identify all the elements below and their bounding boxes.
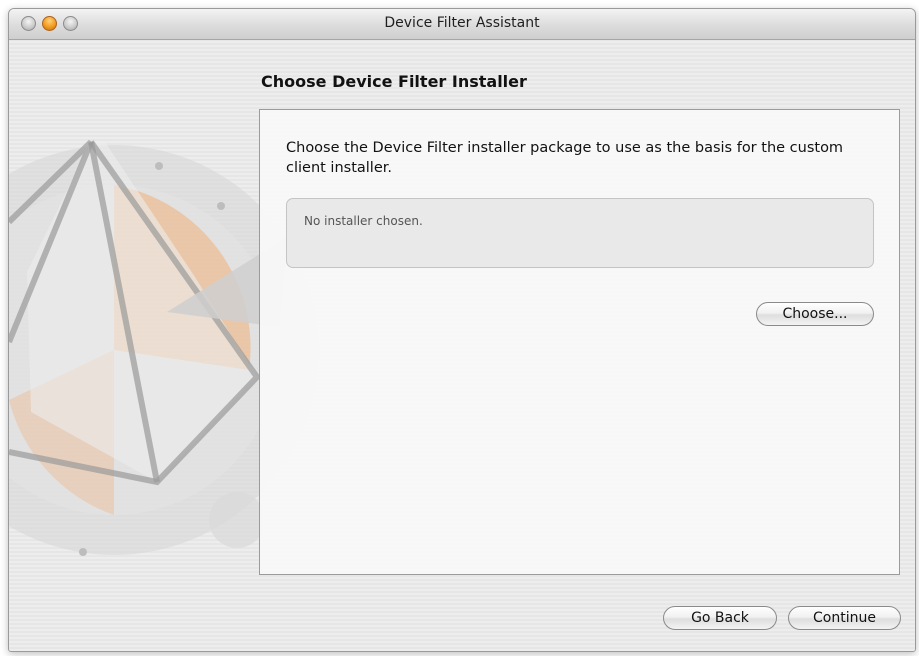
content-panel: Choose the Device Filter installer packa…: [259, 109, 900, 575]
assistant-window: Device Filter Assistant Choose Device Fi…: [8, 8, 916, 652]
step-title: Choose Device Filter Installer: [261, 72, 527, 91]
window-title: Device Filter Assistant: [384, 15, 540, 31]
choose-button[interactable]: Choose...: [756, 302, 874, 326]
installer-path-field: No installer chosen.: [286, 198, 874, 268]
title-bar[interactable]: Device Filter Assistant: [9, 9, 915, 40]
continue-button[interactable]: Continue: [788, 606, 901, 630]
instructions-text: Choose the Device Filter installer packa…: [286, 140, 844, 176]
installer-path-text: No installer chosen.: [304, 214, 423, 228]
go-back-button[interactable]: Go Back: [663, 606, 777, 630]
